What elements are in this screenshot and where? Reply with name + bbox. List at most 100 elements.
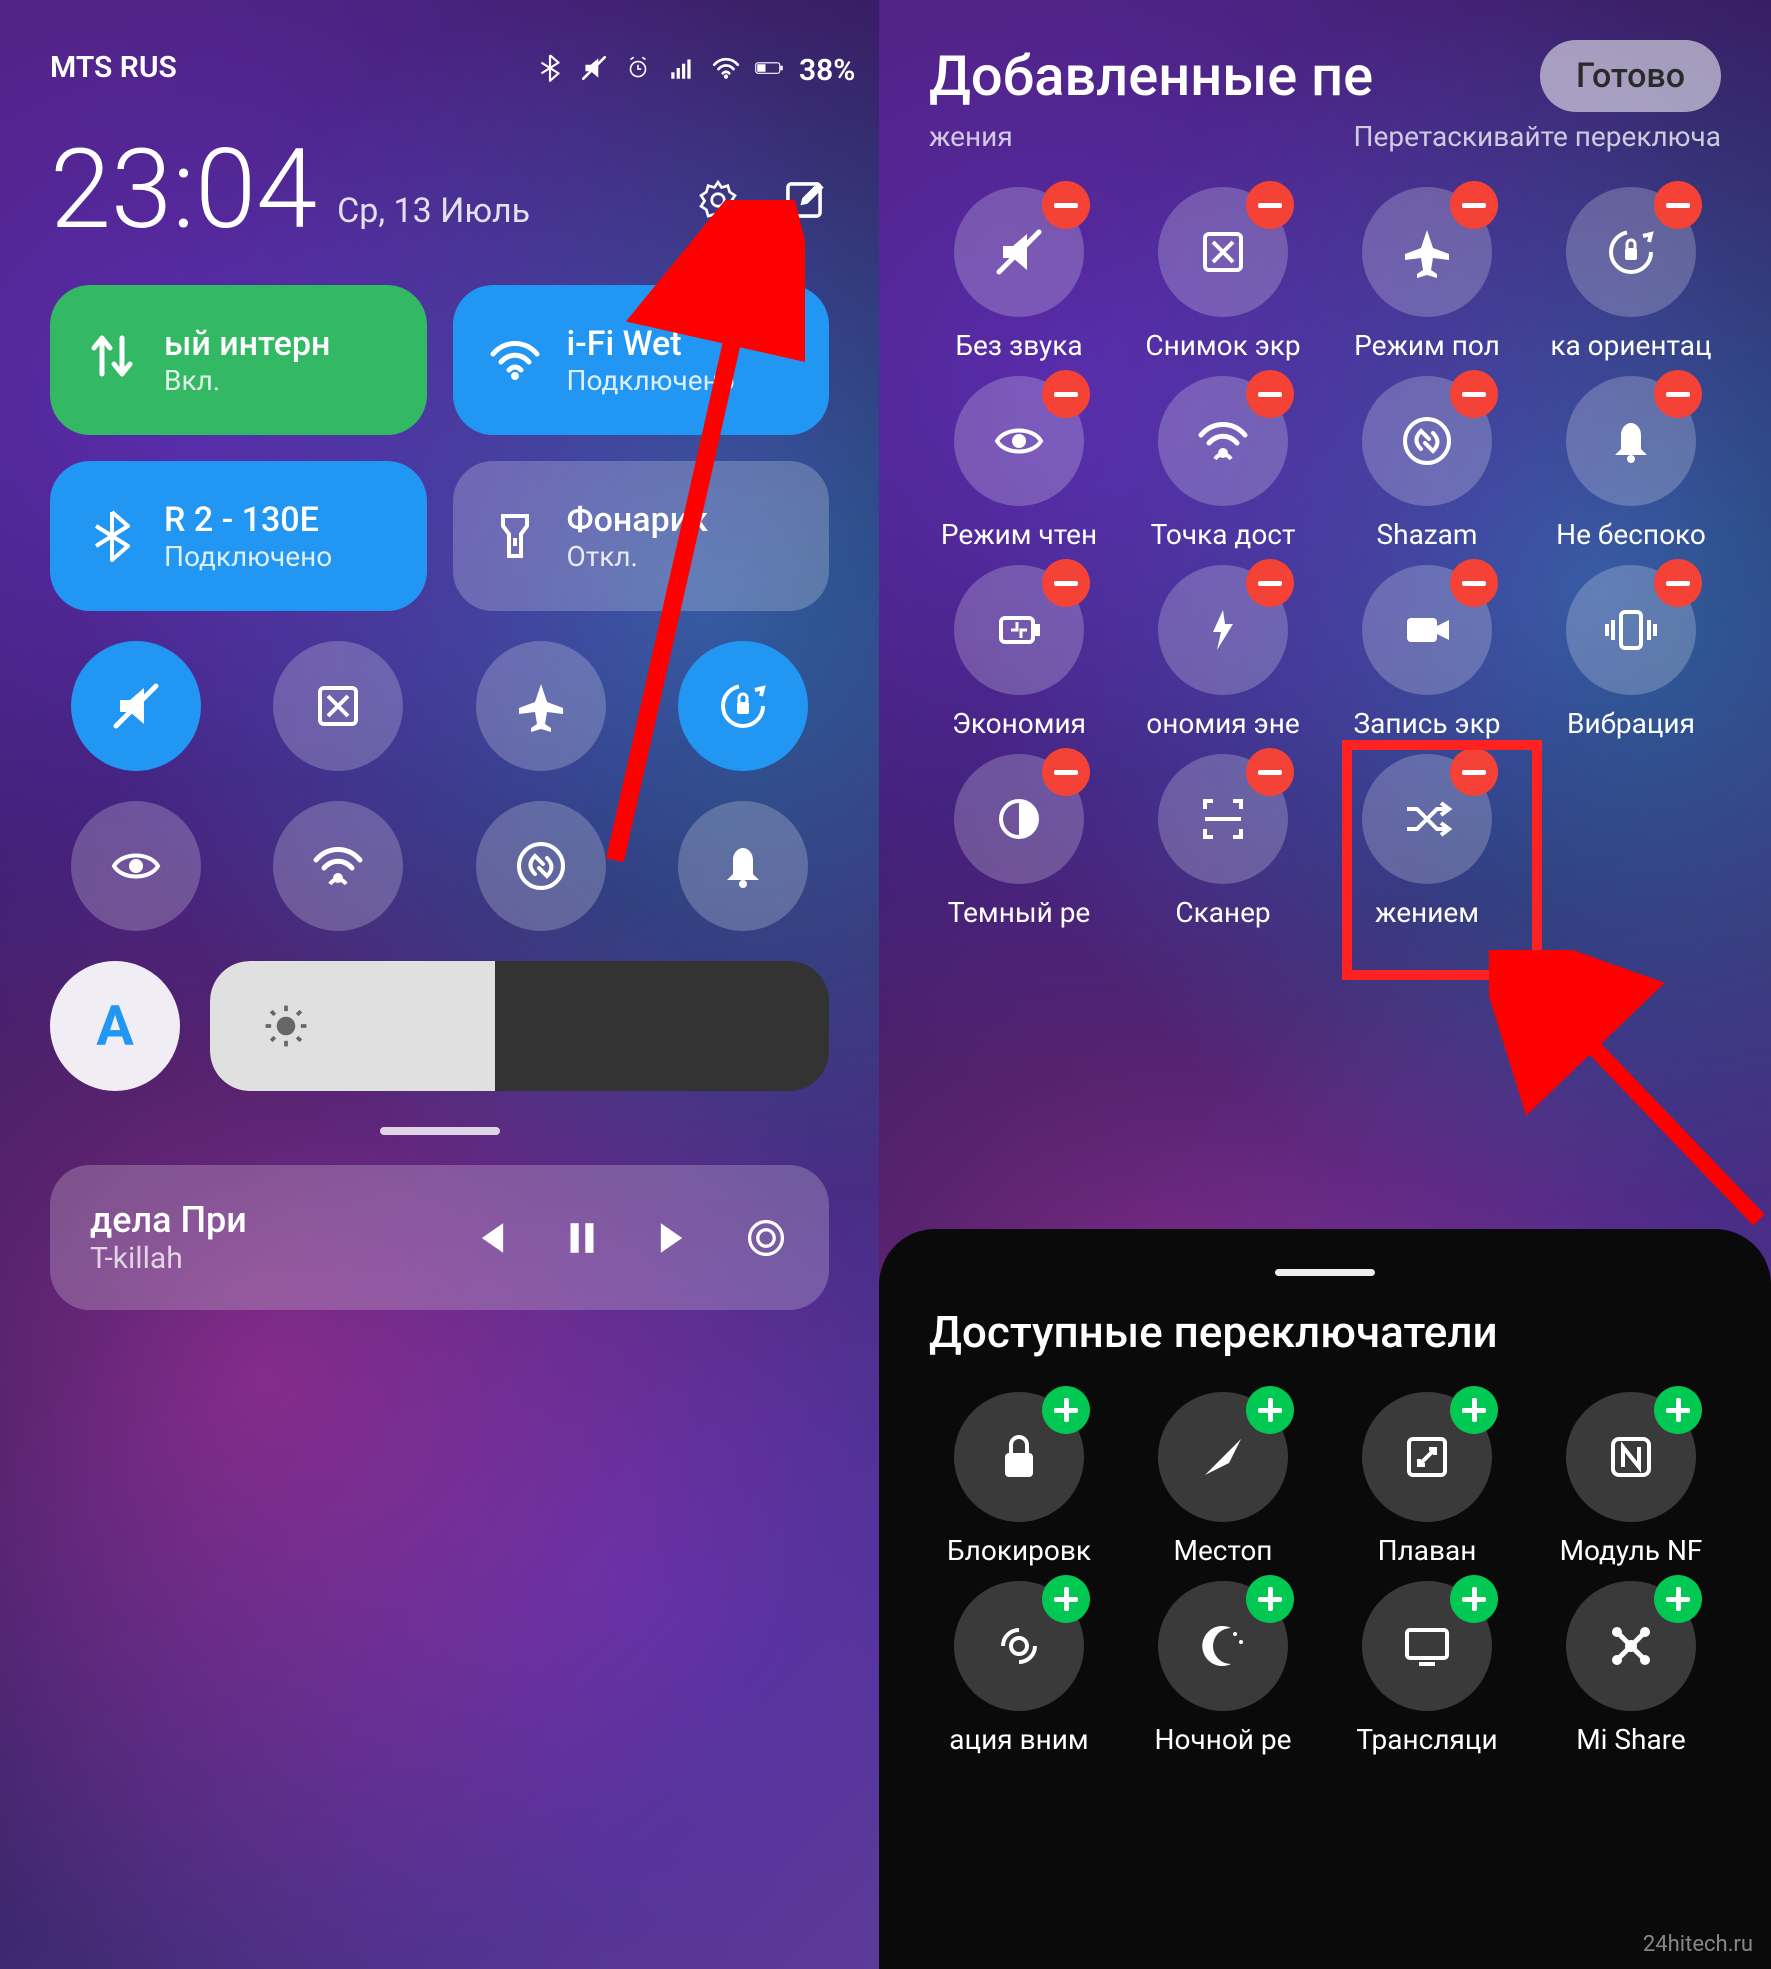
nfc-button[interactable]	[1566, 1392, 1696, 1522]
mishare-button[interactable]	[1566, 1581, 1696, 1711]
remove-badge[interactable]	[1450, 559, 1498, 607]
record-icon	[1399, 602, 1455, 658]
added-toggle-shuffle[interactable]: жением	[1337, 754, 1517, 929]
rotation-lock-button[interactable]	[1566, 187, 1696, 317]
available-toggle-cast[interactable]: Трансляци	[1337, 1581, 1517, 1756]
location-button[interactable]	[1158, 1392, 1288, 1522]
tile-wifi[interactable]: i-Fi Wet Подключено	[453, 285, 830, 435]
available-toggle-night[interactable]: Ночной ре	[1133, 1581, 1313, 1756]
tile-mobile-data[interactable]: ый интерн Вкл.	[50, 285, 427, 435]
remove-badge[interactable]	[1246, 559, 1294, 607]
scanner-button[interactable]	[1158, 754, 1288, 884]
remove-badge[interactable]	[1450, 370, 1498, 418]
eye-icon	[991, 413, 1047, 469]
available-toggle-nfc[interactable]: Модуль NF	[1541, 1392, 1721, 1567]
available-toggle-location[interactable]: Местоп	[1133, 1392, 1313, 1567]
added-toggle-dnd[interactable]: Не беспоко	[1541, 376, 1721, 551]
added-toggle-dark-mode[interactable]: Темный ре	[929, 754, 1109, 929]
add-badge[interactable]	[1042, 1575, 1090, 1623]
toggle-rotation-lock[interactable]	[678, 641, 808, 771]
added-toggle-scanner[interactable]: Сканер	[1133, 754, 1313, 929]
available-toggle-mishare[interactable]: Mi Share	[1541, 1581, 1721, 1756]
added-toggle-vibrate[interactable]: Вибрация	[1541, 565, 1721, 740]
available-toggle-lock[interactable]: Блокировк	[929, 1392, 1109, 1567]
added-toggle-battery-saver[interactable]: Экономия	[929, 565, 1109, 740]
remove-badge[interactable]	[1042, 559, 1090, 607]
remove-badge[interactable]	[1450, 181, 1498, 229]
toggle-label: ация вним	[949, 1723, 1088, 1756]
added-toggle-hotspot[interactable]: Точка дост	[1133, 376, 1313, 551]
media-prev-icon[interactable]	[467, 1215, 513, 1261]
eye-button[interactable]	[954, 376, 1084, 506]
added-toggle-record[interactable]: Запись экр	[1337, 565, 1517, 740]
media-output-icon[interactable]	[743, 1215, 789, 1261]
attention-button[interactable]	[954, 1581, 1084, 1711]
tile-flashlight[interactable]: Фонарик Откл.	[453, 461, 830, 611]
tile-bluetooth[interactable]: R 2 - 130E Подключено	[50, 461, 427, 611]
status-bar: MTS RUS 38%	[50, 40, 829, 115]
floating-button[interactable]	[1362, 1392, 1492, 1522]
added-toggle-airplane[interactable]: Режим пол	[1337, 187, 1517, 362]
remove-badge[interactable]	[1654, 559, 1702, 607]
remove-badge[interactable]	[1450, 748, 1498, 796]
remove-badge[interactable]	[1042, 748, 1090, 796]
dnd-button[interactable]	[1566, 376, 1696, 506]
drag-handle[interactable]	[380, 1127, 500, 1135]
added-toggle-rotation-lock[interactable]: ка ориентац	[1541, 187, 1721, 362]
add-badge[interactable]	[1042, 1386, 1090, 1434]
added-toggle-shazam[interactable]: Shazam	[1337, 376, 1517, 551]
remove-badge[interactable]	[1246, 370, 1294, 418]
dark-mode-button[interactable]	[954, 754, 1084, 884]
power-button[interactable]	[1158, 565, 1288, 695]
remove-badge[interactable]	[1042, 181, 1090, 229]
available-drag-handle[interactable]	[1275, 1269, 1375, 1276]
remove-badge[interactable]	[1654, 181, 1702, 229]
remove-badge[interactable]	[1246, 181, 1294, 229]
available-toggle-attention[interactable]: ация вним	[929, 1581, 1109, 1756]
remove-badge[interactable]	[1654, 370, 1702, 418]
mute-button[interactable]	[954, 187, 1084, 317]
edit-icon[interactable]	[779, 175, 829, 225]
add-badge[interactable]	[1450, 1386, 1498, 1434]
add-badge[interactable]	[1654, 1575, 1702, 1623]
added-toggle-power[interactable]: ономия эне	[1133, 565, 1313, 740]
hotspot-button[interactable]	[1158, 376, 1288, 506]
added-toggle-eye[interactable]: Режим чтен	[929, 376, 1109, 551]
airplane-button[interactable]	[1362, 187, 1492, 317]
media-pause-icon[interactable]	[559, 1215, 605, 1261]
night-button[interactable]	[1158, 1581, 1288, 1711]
remove-badge[interactable]	[1246, 748, 1294, 796]
add-badge[interactable]	[1654, 1386, 1702, 1434]
available-toggle-floating[interactable]: Плаван	[1337, 1392, 1517, 1567]
vibrate-button[interactable]	[1566, 565, 1696, 695]
battery-saver-button[interactable]	[954, 565, 1084, 695]
toggle-screenshot[interactable]	[273, 641, 403, 771]
toggle-hotspot[interactable]	[273, 801, 403, 931]
record-button[interactable]	[1362, 565, 1492, 695]
media-player[interactable]: дела При T-killah	[50, 1165, 829, 1310]
settings-icon[interactable]	[693, 175, 743, 225]
remove-badge[interactable]	[1042, 370, 1090, 418]
toggle-label: Не беспоко	[1556, 518, 1706, 551]
media-next-icon[interactable]	[651, 1215, 697, 1261]
cast-button[interactable]	[1362, 1581, 1492, 1711]
add-badge[interactable]	[1450, 1575, 1498, 1623]
toggle-mute[interactable]	[71, 641, 201, 771]
toggle-airplane[interactable]	[476, 641, 606, 771]
lock-button[interactable]	[954, 1392, 1084, 1522]
shuffle-button[interactable]	[1362, 754, 1492, 884]
added-toggle-mute[interactable]: Без звука	[929, 187, 1109, 362]
bluetooth-icon	[84, 508, 140, 564]
toggle-shazam[interactable]	[476, 801, 606, 931]
toggle-label: Вибрация	[1567, 707, 1695, 740]
shazam-button[interactable]	[1362, 376, 1492, 506]
toggle-dnd[interactable]	[678, 801, 808, 931]
added-toggle-screenshot[interactable]: Снимок экр	[1133, 187, 1313, 362]
toggle-eye[interactable]	[71, 801, 201, 931]
add-badge[interactable]	[1246, 1575, 1294, 1623]
brightness-slider[interactable]	[210, 961, 829, 1091]
done-button[interactable]: Готово	[1540, 40, 1721, 112]
screenshot-button[interactable]	[1158, 187, 1288, 317]
add-badge[interactable]	[1246, 1386, 1294, 1434]
auto-brightness-button[interactable]: A	[50, 961, 180, 1091]
